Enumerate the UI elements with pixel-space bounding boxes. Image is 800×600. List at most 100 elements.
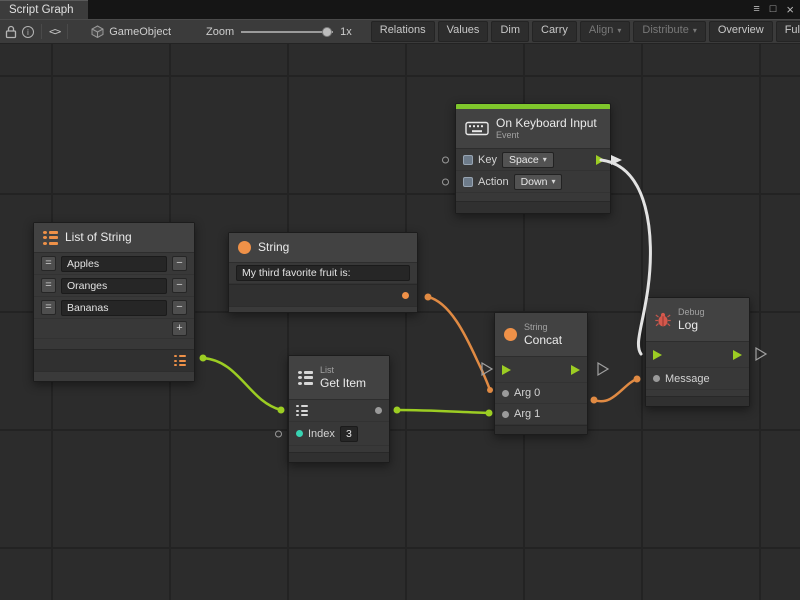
node-footer [495, 425, 587, 434]
maximize-icon[interactable]: □ [770, 4, 777, 15]
tab-script-graph[interactable]: Script Graph [0, 0, 88, 19]
index-field[interactable]: 3 [340, 426, 358, 442]
control-out-port[interactable] [733, 350, 742, 360]
node-header[interactable]: List Get Item [289, 356, 389, 400]
control-in-port[interactable] [502, 365, 511, 375]
node-port-strip [229, 284, 417, 306]
list-input-port[interactable] [296, 405, 308, 416]
message-label: Message [665, 373, 710, 385]
keyboard-icon [465, 121, 489, 136]
window-menu-icon[interactable]: ≡ [753, 4, 759, 15]
carry-button[interactable]: Carry [532, 21, 577, 41]
node-on-keyboard-input[interactable]: On Keyboard Input Event Key Space Action… [455, 103, 611, 214]
drag-handle-button[interactable]: = [41, 300, 56, 315]
zoom-value: 1x [340, 26, 352, 38]
info-icon[interactable]: i [22, 23, 34, 41]
string-output-port[interactable] [402, 292, 409, 299]
list-item-field[interactable]: Oranges [61, 278, 167, 294]
zoom-label: Zoom [206, 26, 234, 38]
node-title: List of String [65, 230, 132, 244]
index-input-port[interactable] [275, 430, 282, 437]
list-item-field[interactable]: Apples [61, 256, 167, 272]
node-header[interactable]: String Concat [495, 313, 587, 357]
key-input-port[interactable] [442, 156, 449, 163]
node-title: On Keyboard Input [496, 116, 597, 130]
drag-handle-button[interactable]: = [41, 256, 56, 271]
item-output-port[interactable] [375, 407, 382, 414]
zoom-slider-track [241, 31, 333, 33]
remove-item-button[interactable]: − [172, 256, 187, 271]
key-row: Key Space [456, 149, 610, 171]
node-title: Log [678, 318, 705, 332]
node-string-literal[interactable]: String My third favorite fruit is: [228, 232, 418, 313]
remove-item-button[interactable]: − [172, 278, 187, 293]
list-item-row: = Bananas − [34, 297, 194, 319]
node-port-strip [34, 349, 194, 371]
zoom-slider[interactable] [241, 25, 333, 39]
toolbar-separator [67, 24, 68, 39]
string-value-row: My third favorite fruit is: [229, 263, 417, 284]
node-header[interactable]: On Keyboard Input Event [456, 109, 610, 149]
node-list-of-string[interactable]: List of String = Apples − = Oranges − = … [33, 222, 195, 382]
window-controls: ≡ □ × [753, 0, 794, 19]
node-category: Debug [678, 307, 705, 318]
action-dropdown[interactable]: Down [514, 174, 563, 190]
int-port-dot [296, 430, 303, 437]
arg1-label: Arg 1 [514, 408, 540, 420]
lock-icon[interactable] [5, 23, 17, 41]
node-header[interactable]: String [229, 233, 417, 263]
message-input-port[interactable] [653, 375, 660, 382]
key-dropdown[interactable]: Space [502, 152, 554, 168]
gameobject-cube-icon [91, 25, 104, 38]
zoom-slider-knob[interactable] [322, 27, 332, 37]
full-screen-button[interactable]: Full Screen [776, 21, 800, 41]
node-body-gap [456, 193, 610, 201]
toolbar-buttons: Relations Values Dim Carry Align Distrib… [371, 21, 800, 41]
node-bottom [229, 306, 417, 312]
toolbar-separator [41, 24, 42, 39]
node-header[interactable]: Debug Log [646, 298, 749, 342]
string-type-icon [238, 241, 251, 254]
values-button[interactable]: Values [438, 21, 489, 41]
key-label: Key [478, 154, 497, 166]
message-row: Message [646, 368, 749, 390]
index-label: Index [308, 428, 335, 440]
close-icon[interactable]: × [786, 3, 794, 16]
add-item-button[interactable]: + [172, 321, 187, 336]
action-input-port[interactable] [442, 178, 449, 185]
dim-button[interactable]: Dim [491, 21, 529, 41]
list-icon [43, 231, 58, 245]
arg0-input-port[interactable] [502, 390, 509, 397]
node-header[interactable]: List of String [34, 223, 194, 253]
node-footer [289, 452, 389, 462]
list-item-row: = Apples − [34, 253, 194, 275]
list-output-port[interactable] [174, 355, 186, 366]
arg0-label: Arg 0 [514, 387, 540, 399]
arg1-input-port[interactable] [502, 411, 509, 418]
node-footer [456, 201, 610, 213]
graph-toolbar: i <> GameObject Zoom 1x Relations Values… [0, 19, 800, 44]
arg1-row: Arg 1 [495, 404, 587, 425]
node-title: Get Item [320, 376, 366, 390]
node-subtitle: Event [496, 130, 597, 141]
string-type-icon [504, 328, 517, 341]
bug-icon [655, 312, 671, 327]
node-get-item[interactable]: List Get Item Index 3 [288, 355, 390, 463]
relations-button[interactable]: Relations [371, 21, 435, 41]
list-item-field[interactable]: Bananas [61, 300, 167, 316]
gameobject-reference[interactable]: GameObject [91, 25, 171, 38]
keycap-icon [463, 155, 473, 165]
trigger-output-port[interactable] [596, 155, 605, 165]
add-item-row: + [34, 319, 194, 339]
node-debug-log[interactable]: Debug Log Message [645, 297, 750, 407]
code-view-icon[interactable]: <> [49, 23, 60, 41]
remove-item-button[interactable]: − [172, 300, 187, 315]
control-flow-row [495, 357, 587, 383]
string-value-field[interactable]: My third favorite fruit is: [236, 265, 410, 281]
keycap-icon [463, 177, 473, 187]
control-out-port[interactable] [571, 365, 580, 375]
node-concat[interactable]: String Concat Arg 0 Arg 1 [494, 312, 588, 435]
overview-button[interactable]: Overview [709, 21, 773, 41]
control-in-port[interactable] [653, 350, 662, 360]
drag-handle-button[interactable]: = [41, 278, 56, 293]
